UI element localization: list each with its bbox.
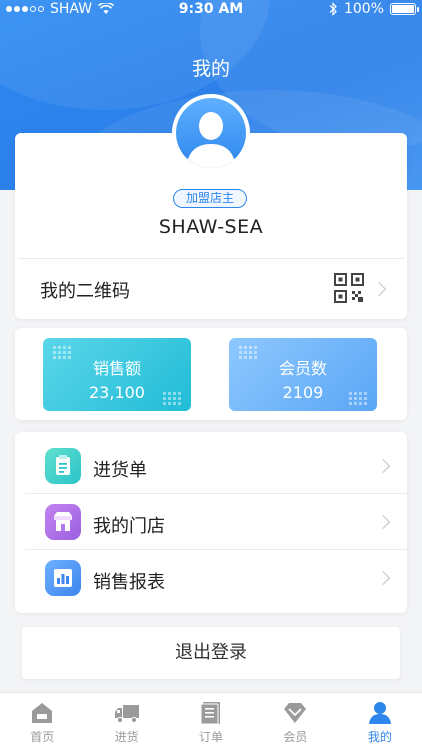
bluetooth-icon <box>329 2 337 16</box>
battery-percent: 100% <box>343 1 384 17</box>
menu-item-sales-report[interactable]: 销售报表 <box>15 550 407 606</box>
tab-label-home: 首页 <box>30 730 55 744</box>
diamond-icon <box>284 703 307 723</box>
chevron-right-icon <box>375 514 391 530</box>
menu-label-purchase-order: 进货单 <box>93 460 147 481</box>
battery-icon <box>390 3 419 15</box>
tab-label-members: 会员 <box>283 730 308 744</box>
tab-bar: 首页 进货 订单 会员 我的 <box>0 692 422 750</box>
user-icon <box>368 702 391 724</box>
decorative-dots <box>239 346 257 359</box>
tab-mine[interactable]: 我的 <box>338 693 422 750</box>
role-badge: 加盟店主 <box>173 189 247 208</box>
stats-card: 销售额 23,100 会员数 2109 <box>15 328 407 420</box>
qr-code-label: 我的二维码 <box>40 281 130 302</box>
members-stat-card[interactable]: 会员数 2109 <box>229 338 377 411</box>
tab-label-purchase: 进货 <box>114 730 139 744</box>
bar-chart-icon <box>45 560 81 596</box>
decorative-dots <box>53 346 71 359</box>
menu-label-sales-report: 销售报表 <box>93 572 165 593</box>
menu-item-purchase-order[interactable]: 进货单 <box>15 438 407 494</box>
tab-home[interactable]: 首页 <box>0 693 84 750</box>
tab-label-mine: 我的 <box>367 730 392 744</box>
avatar[interactable] <box>172 94 250 172</box>
clipboard-icon <box>45 448 81 484</box>
status-bar: SHAW 9:30 AM 100% <box>0 0 422 20</box>
chevron-right-icon <box>375 570 391 586</box>
decorative-dots <box>349 392 367 405</box>
order-icon <box>200 702 221 725</box>
menu-label-my-store: 我的门店 <box>93 516 165 537</box>
truck-icon <box>114 705 139 724</box>
home-icon <box>32 703 53 723</box>
chevron-right-icon <box>375 458 391 474</box>
page-title: 我的 <box>191 58 230 80</box>
my-qr-code-row[interactable]: 我的二维码 <box>18 259 404 319</box>
tab-orders[interactable]: 订单 <box>169 693 253 750</box>
menu-card: 进货单 我的门店 销售报表 <box>15 432 407 613</box>
tab-members[interactable]: 会员 <box>253 693 337 750</box>
tab-label-orders: 订单 <box>199 730 224 744</box>
menu-item-my-store[interactable]: 我的门店 <box>15 494 407 550</box>
tab-purchase[interactable]: 进货 <box>84 693 168 750</box>
chevron-right-icon <box>371 281 387 297</box>
sales-stat-card[interactable]: 销售额 23,100 <box>43 338 191 411</box>
decorative-dots <box>163 392 181 405</box>
user-silhouette-icon <box>186 112 236 168</box>
logout-button[interactable]: 退出登录 <box>22 627 400 679</box>
username: SHAW-SEA <box>158 216 264 238</box>
qr-code-icon <box>334 273 364 303</box>
store-icon <box>45 504 81 540</box>
